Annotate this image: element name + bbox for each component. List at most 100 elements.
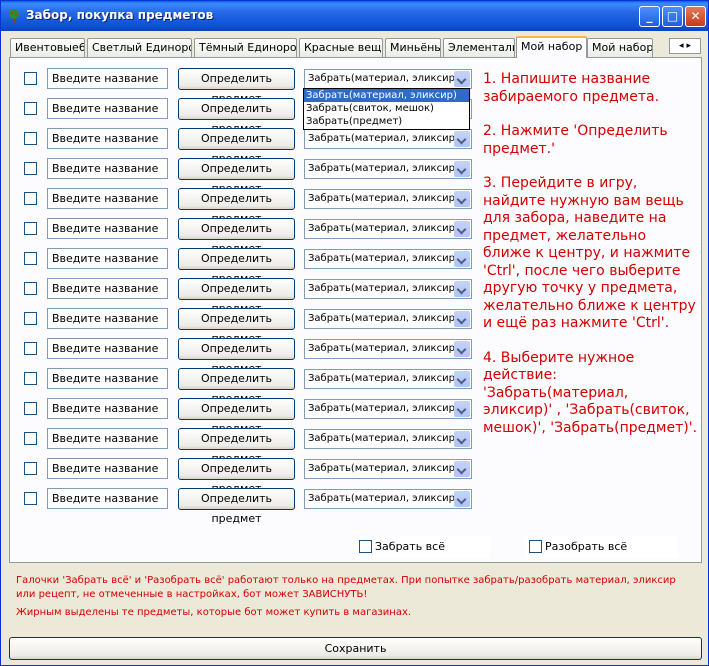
action-dropdown-list[interactable]: Забрать(материал, эликсир) Забрать(свито…	[303, 88, 470, 130]
determine-item-button[interactable]: Определить предмет	[178, 338, 295, 375]
action-combo[interactable]: Забрать(материал, эликсир)	[304, 279, 472, 299]
item-name-input[interactable]: Введите название	[47, 428, 168, 449]
item-checkbox[interactable]	[24, 222, 37, 235]
item-name-input[interactable]: Введите название	[47, 68, 168, 89]
item-checkbox[interactable]	[24, 492, 37, 505]
instruction-step-1: 1. Напишите название забираемого предмет…	[483, 71, 660, 105]
item-name-input[interactable]: Введите название	[47, 248, 168, 269]
action-combo[interactable]: Забрать(материал, эликсир)	[304, 249, 472, 269]
action-combo[interactable]: Забрать(материал, эликсир)	[304, 429, 472, 449]
take-all-checkbox[interactable]	[359, 540, 372, 553]
chevron-down-icon[interactable]	[454, 371, 470, 387]
item-name-input[interactable]: Введите название	[47, 338, 168, 359]
determine-item-button[interactable]: Определить предмет	[178, 158, 295, 195]
title-bar[interactable]: Забор, покупка предметов _ □ ✕	[1, 1, 708, 31]
chevron-right-icon[interactable]: ▸	[686, 41, 691, 51]
determine-item-button[interactable]: Определить предмет	[178, 368, 295, 405]
dropdown-option[interactable]: Забрать(свиток, мешок)	[304, 102, 469, 115]
determine-item-button[interactable]: Определить предмет	[178, 248, 295, 285]
item-name-input[interactable]: Введите название	[47, 98, 168, 119]
chevron-down-icon[interactable]	[454, 281, 470, 297]
minimize-button[interactable]: _	[639, 6, 660, 27]
determine-item-button[interactable]: Определить предмет	[178, 398, 295, 435]
item-name-input[interactable]: Введите название	[47, 368, 168, 389]
determine-item-button[interactable]: Определить предмет	[178, 188, 295, 225]
close-button[interactable]: ✕	[685, 6, 706, 27]
dropdown-option[interactable]: Забрать(материал, эликсир)	[304, 89, 469, 102]
determine-item-button[interactable]: Определить предмет	[178, 218, 295, 255]
chevron-down-icon[interactable]	[454, 191, 470, 207]
tab-my-set-2[interactable]: Мой набор2	[587, 38, 653, 57]
determine-item-button[interactable]: Определить предмет	[178, 278, 295, 315]
action-combo[interactable]: Забрать(материал, эликсир)	[304, 459, 472, 479]
item-checkbox[interactable]	[24, 342, 37, 355]
item-checkbox[interactable]	[24, 312, 37, 325]
chevron-down-icon[interactable]	[454, 71, 470, 87]
item-name-input[interactable]: Введите название	[47, 278, 168, 299]
item-checkbox[interactable]	[24, 252, 37, 265]
item-checkbox[interactable]	[24, 132, 37, 145]
item-checkbox[interactable]	[24, 162, 37, 175]
chevron-down-icon[interactable]	[454, 161, 470, 177]
chevron-down-icon[interactable]	[454, 131, 470, 147]
action-combo[interactable]: Забрать(материал, эликсир)	[304, 219, 472, 239]
item-checkbox[interactable]	[24, 432, 37, 445]
tab-red-items[interactable]: Красные вещи	[299, 38, 383, 57]
item-checkbox[interactable]	[24, 402, 37, 415]
dropdown-option[interactable]: Забрать(предмет)	[304, 115, 469, 128]
item-row: Введите название Определить предмет Забрат…	[10, 368, 480, 405]
maximize-button[interactable]: □	[662, 6, 683, 27]
item-checkbox[interactable]	[24, 72, 37, 85]
chevron-down-icon[interactable]	[454, 491, 470, 507]
determine-item-button[interactable]: Определить предмет	[178, 68, 295, 105]
tab-events[interactable]: Ивентовые6	[10, 38, 85, 57]
item-name-input[interactable]: Введите название	[47, 218, 168, 239]
item-checkbox[interactable]	[24, 282, 37, 295]
action-combo[interactable]: Забрать(материал, эликсир)	[304, 399, 472, 419]
item-checkbox[interactable]	[24, 372, 37, 385]
tab-dark-unicorn[interactable]: Тёмный Единорог	[194, 38, 297, 57]
tab-elementals[interactable]: Элементали	[443, 38, 515, 57]
item-checkbox[interactable]	[24, 192, 37, 205]
action-combo[interactable]: Забрать(материал, эликсир)	[304, 369, 472, 389]
determine-item-button[interactable]: Определить предмет	[178, 128, 295, 165]
instructions: 1. Напишите название забираемого предмет…	[483, 71, 698, 454]
tab-minions[interactable]: Миньёны	[385, 38, 441, 57]
action-combo-value: Забрать(материал, эликсир)	[308, 223, 459, 234]
chevron-left-icon[interactable]: ◂	[679, 41, 684, 51]
determine-item-button[interactable]: Определить предмет	[178, 98, 295, 135]
determine-item-button[interactable]: Определить предмет	[178, 308, 295, 345]
action-combo[interactable]: Забрать(материал, эликсир)	[304, 69, 472, 89]
tab-light-unicorn[interactable]: Светлый Единорог	[87, 38, 192, 57]
tab-scroll-buttons[interactable]: ◂ ▸	[669, 38, 701, 54]
item-checkbox[interactable]	[24, 102, 37, 115]
disassemble-all-checkbox[interactable]	[529, 540, 542, 553]
item-name-input[interactable]: Введите название	[47, 398, 168, 419]
item-name-input[interactable]: Введите название	[47, 128, 168, 149]
action-combo[interactable]: Забрать(материал, эликсир)	[304, 189, 472, 209]
determine-item-button[interactable]: Определить предмет	[178, 458, 295, 495]
chevron-down-icon[interactable]	[454, 221, 470, 237]
save-button[interactable]: Сохранить	[9, 637, 702, 660]
item-name-input[interactable]: Введите название	[47, 158, 168, 179]
chevron-down-icon[interactable]	[454, 341, 470, 357]
determine-item-button[interactable]: Определить предмет	[178, 428, 295, 465]
tab-my-set[interactable]: Мой набор	[516, 36, 587, 58]
action-combo[interactable]: Забрать(материал, эликсир)	[304, 489, 472, 509]
chevron-down-icon[interactable]	[454, 311, 470, 327]
action-combo-value: Забрать(материал, эликсир)	[308, 73, 459, 84]
chevron-down-icon[interactable]	[454, 431, 470, 447]
item-checkbox[interactable]	[24, 462, 37, 475]
item-name-input[interactable]: Введите название	[47, 458, 168, 479]
chevron-down-icon[interactable]	[454, 461, 470, 477]
chevron-down-icon[interactable]	[454, 401, 470, 417]
action-combo[interactable]: Забрать(материал, эликсир)	[304, 159, 472, 179]
item-name-input[interactable]: Введите название	[47, 188, 168, 209]
action-combo[interactable]: Забрать(материал, эликсир)	[304, 309, 472, 329]
action-combo[interactable]: Забрать(материал, эликсир)	[304, 129, 472, 149]
chevron-down-icon[interactable]	[454, 251, 470, 267]
determine-item-button[interactable]: Определить предмет	[178, 488, 295, 525]
item-name-input[interactable]: Введите название	[47, 308, 168, 329]
item-name-input[interactable]: Введите название	[47, 488, 168, 509]
action-combo[interactable]: Забрать(материал, эликсир)	[304, 339, 472, 359]
